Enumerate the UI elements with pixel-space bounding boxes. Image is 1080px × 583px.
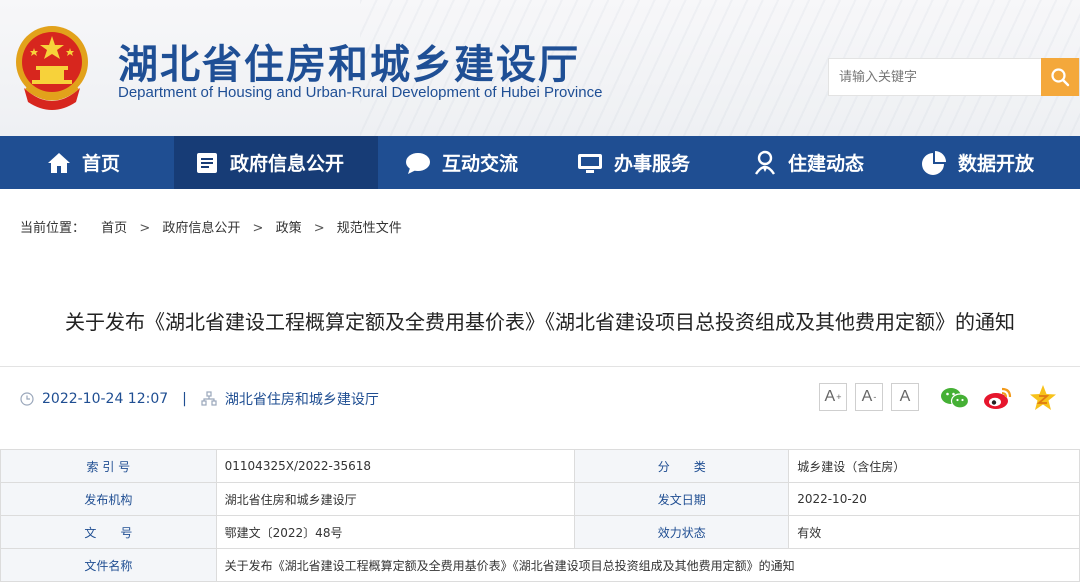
breadcrumb: 当前位置： 首页 > 政府信息公开 > 政策 > 规范性文件	[20, 217, 402, 236]
font-default-button[interactable]: A	[891, 383, 919, 411]
nav-item-interaction[interactable]: 互动交流	[404, 136, 518, 189]
font-button-sup: +	[836, 392, 842, 402]
font-button-sup: -	[873, 392, 877, 402]
site-header: 湖北省住房和城乡建设厅 Department of Housing and Ur…	[0, 0, 1080, 136]
font-decrease-button[interactable]: A-	[855, 383, 883, 411]
breadcrumb-link-home[interactable]: 首页	[101, 217, 127, 236]
validity-value: 有效	[788, 515, 1080, 549]
nav-item-home[interactable]: 首页	[46, 136, 120, 189]
national-emblem-icon	[16, 26, 88, 110]
site-subtitle: Department of Housing and Urban-Rural De…	[118, 84, 603, 101]
doc-number-value: 鄂建文〔2022〕48号	[215, 515, 576, 549]
issuer-label: 发布机构	[0, 482, 217, 516]
doc-name-label: 文件名称	[0, 548, 217, 582]
nav-item-news[interactable]: 住建动态	[752, 136, 864, 189]
monitor-icon	[578, 153, 602, 173]
qzone-icon	[1030, 385, 1056, 410]
nav-item-label: 住建动态	[788, 153, 865, 175]
breadcrumb-label: 当前位置：	[20, 221, 86, 236]
chat-bubble-icon	[406, 152, 430, 174]
document-info-table: 索 引 号 01104325X/2022-35618 分 类 城乡建设（含住房）…	[0, 449, 1080, 582]
font-increase-button[interactable]: A +	[819, 383, 847, 411]
share-weibo-button[interactable]	[983, 384, 1013, 412]
category-label: 分 类	[574, 449, 790, 483]
search-button[interactable]	[1041, 58, 1079, 96]
table-row: 索 引 号 01104325X/2022-35618 分 类 城乡建设（含住房）	[0, 449, 1080, 483]
site-title: 湖北省住房和城乡建设厅	[118, 41, 580, 88]
article-meta: 2022-10-24 12:07 | 湖北省住房和城乡建设厅	[20, 389, 379, 409]
nav-item-label: 数据开放	[958, 153, 1035, 175]
nav-item-label: 政府信息公开	[230, 153, 345, 175]
issue-date-label: 发文日期	[574, 482, 790, 516]
doc-name-value: 关于发布《湖北省建设工程概算定额及全费用基价表》《湖北省建设项目总投资组成及其他…	[215, 548, 1080, 582]
issue-date-value: 2022-10-20	[788, 482, 1080, 516]
wechat-icon	[941, 388, 970, 409]
table-row: 文件名称 关于发布《湖北省建设工程概算定额及全费用基价表》《湖北省建设项目总投资…	[0, 548, 1080, 582]
nav-item-services[interactable]: 办事服务	[576, 136, 690, 189]
breadcrumb-separator: >	[252, 221, 264, 236]
nav-item-label: 首页	[82, 153, 121, 175]
clock-icon	[20, 392, 34, 406]
pie-chart-icon	[922, 150, 946, 175]
weibo-icon	[984, 387, 1012, 409]
share-wechat-button[interactable]	[940, 384, 970, 412]
breadcrumb-separator: >	[313, 221, 325, 236]
search-input[interactable]	[829, 59, 1043, 95]
organization-icon	[201, 391, 217, 406]
font-button-label: A	[899, 388, 911, 405]
table-row: 发布机构 湖北省住房和城乡建设厅 发文日期 2022-10-20	[0, 482, 1080, 516]
person-badge-icon	[754, 150, 776, 175]
search-icon	[1051, 68, 1070, 87]
nav-item-gov-info[interactable]: 政府信息公开	[174, 136, 378, 189]
nav-item-label: 互动交流	[442, 153, 519, 175]
breadcrumb-link-gov-info[interactable]: 政府信息公开	[162, 217, 240, 236]
font-button-label: A	[861, 388, 873, 405]
validity-label: 效力状态	[574, 515, 790, 549]
publish-datetime: 2022-10-24 12:07	[42, 391, 169, 407]
category-value: 城乡建设（含住房）	[788, 449, 1080, 483]
share-qzone-button[interactable]	[1028, 384, 1058, 412]
breadcrumb-separator: >	[139, 221, 151, 236]
nav-item-open-data[interactable]: 数据开放	[920, 136, 1034, 189]
meta-separator: |	[182, 391, 187, 407]
table-row: 文 号 鄂建文〔2022〕48号 效力状态 有效	[0, 515, 1080, 549]
issuer-value: 湖北省住房和城乡建设厅	[215, 482, 576, 516]
article-title: 关于发布《湖北省建设工程概算定额及全费用基价表》《湖北省建设项目总投资组成及其他…	[65, 310, 1015, 334]
doc-number-label: 文 号	[0, 515, 217, 549]
breadcrumb-link-policy[interactable]: 政策	[276, 217, 302, 236]
main-nav: 首页 政府信息公开 互动交流 办事服务 住建动态 数据开放	[0, 136, 1080, 189]
divider	[0, 366, 1080, 367]
document-list-icon	[197, 152, 217, 173]
search-box	[828, 58, 1080, 96]
home-icon	[48, 152, 70, 173]
index-number-label: 索 引 号	[0, 449, 217, 483]
font-button-label: A	[824, 388, 836, 405]
nav-item-label: 办事服务	[614, 153, 691, 175]
publish-source: 湖北省住房和城乡建设厅	[224, 392, 379, 408]
breadcrumb-link-normative[interactable]: 规范性文件	[337, 217, 402, 236]
index-number-value: 01104325X/2022-35618	[215, 449, 576, 483]
